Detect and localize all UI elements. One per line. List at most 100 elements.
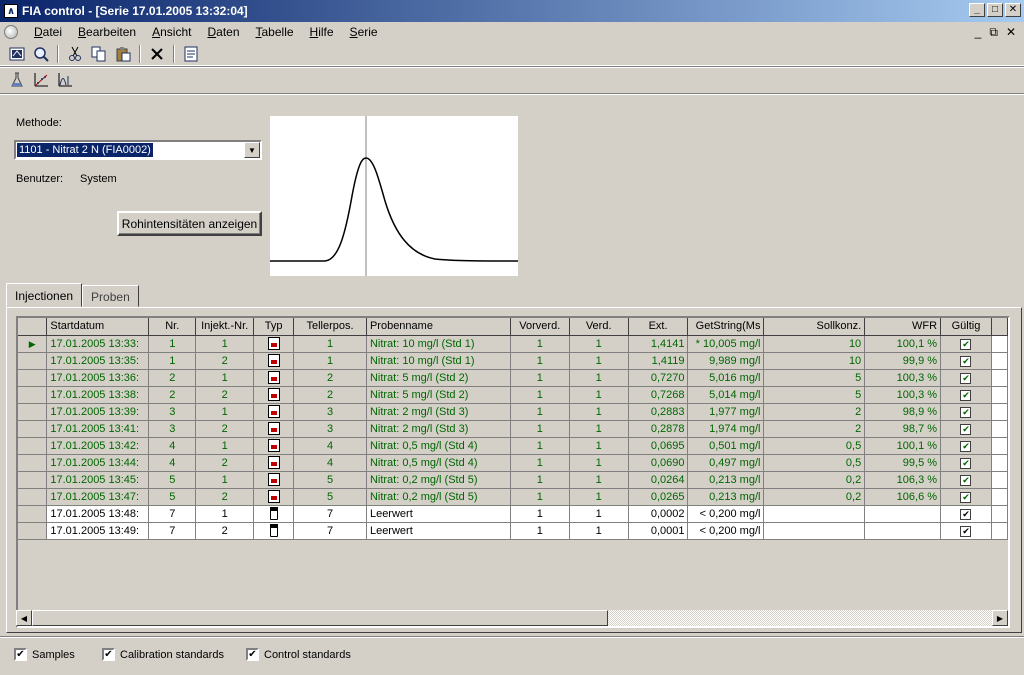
extinction-cell[interactable]: 0,7270 — [628, 369, 689, 387]
plate-position-cell[interactable]: 2 — [293, 369, 367, 387]
cut-icon[interactable] — [64, 44, 86, 64]
table-row[interactable]: 17.01.2005 13:35: 1 2 1 Nitrat: 10 mg/l (Std… — [18, 352, 1008, 370]
injection-number-cell[interactable]: 2 — [195, 488, 255, 506]
maximize-button[interactable]: □ — [987, 3, 1003, 17]
plate-position-cell[interactable]: 7 — [293, 522, 367, 540]
tab-proben[interactable]: Proben — [82, 285, 139, 307]
dilution-cell[interactable]: 1 — [569, 488, 629, 506]
injection-number-cell[interactable]: 2 — [195, 522, 255, 540]
sample-name-cell[interactable]: Nitrat: 5 mg/l (Std 2) — [366, 369, 511, 387]
target-concentration-cell[interactable]: 0,5 — [763, 437, 866, 455]
valid-cell[interactable]: ✔ — [940, 386, 992, 404]
dilution-cell[interactable]: 1 — [569, 505, 629, 523]
filter-control-standards[interactable]: ✔ Control standards — [246, 648, 351, 661]
injection-number-cell[interactable]: 2 — [195, 454, 255, 472]
recovery-cell[interactable]: 100,3 % — [864, 386, 942, 404]
show-raw-intensities-button[interactable]: Rohintensitäten anzeigen — [117, 211, 262, 236]
valid-cell[interactable]: ✔ — [940, 522, 992, 540]
type-cell[interactable] — [253, 403, 295, 421]
recovery-cell[interactable] — [864, 522, 942, 540]
recovery-cell[interactable]: 100,1 % — [864, 335, 942, 353]
row-indicator[interactable] — [18, 403, 48, 421]
plate-position-cell[interactable]: 4 — [293, 437, 367, 455]
column-header[interactable]: Tellerpos. — [293, 318, 367, 336]
column-header[interactable]: Nr. — [148, 318, 197, 336]
sample-name-cell[interactable]: Nitrat: 10 mg/l (Std 1) — [366, 335, 511, 353]
date-cell[interactable]: 17.01.2005 13:41: — [46, 420, 150, 438]
predilution-cell[interactable]: 1 — [510, 454, 570, 472]
injection-number-cell[interactable]: 1 — [195, 437, 255, 455]
result-cell[interactable]: < 0,200 mg/l — [687, 522, 765, 540]
row-indicator[interactable] — [18, 454, 48, 472]
valid-checkbox[interactable]: ✔ — [960, 457, 972, 469]
target-concentration-cell[interactable]: 2 — [763, 403, 866, 421]
date-cell[interactable]: 17.01.2005 13:48: — [46, 505, 150, 523]
sample-name-cell[interactable]: Nitrat: 10 mg/l (Std 1) — [366, 352, 511, 370]
dilution-cell[interactable]: 1 — [569, 386, 629, 404]
result-cell[interactable]: 1,974 mg/l — [687, 420, 765, 438]
nr-cell[interactable]: 1 — [148, 335, 197, 353]
valid-checkbox[interactable]: ✔ — [960, 406, 972, 418]
table-row[interactable]: 17.01.2005 13:47: 5 2 5 Nitrat: 0,2 mg/l (St… — [18, 488, 1008, 506]
date-cell[interactable]: 17.01.2005 13:39: — [46, 403, 150, 421]
horizontal-scrollbar[interactable]: ◀ ▶ — [16, 610, 1008, 626]
plate-position-cell[interactable]: 3 — [293, 420, 367, 438]
type-cell[interactable] — [253, 505, 295, 523]
sample-name-cell[interactable]: Leerwert — [366, 505, 511, 523]
valid-checkbox[interactable]: ✔ — [960, 423, 972, 435]
row-indicator[interactable] — [18, 505, 48, 523]
recovery-cell[interactable]: 106,3 % — [864, 471, 942, 489]
date-cell[interactable]: 17.01.2005 13:38: — [46, 386, 150, 404]
valid-cell[interactable]: ✔ — [940, 471, 992, 489]
target-concentration-cell[interactable]: 10 — [763, 335, 866, 353]
table-row[interactable]: 17.01.2005 13:38: 2 2 2 Nitrat: 5 mg/l (Std … — [18, 386, 1008, 404]
dilution-cell[interactable]: 1 — [569, 335, 629, 353]
nr-cell[interactable]: 4 — [148, 454, 197, 472]
scroll-left-icon[interactable]: ◀ — [16, 610, 32, 626]
target-concentration-cell[interactable]: 0,5 — [763, 454, 866, 472]
sample-name-cell[interactable]: Nitrat: 0,2 mg/l (Std 5) — [366, 488, 511, 506]
predilution-cell[interactable]: 1 — [510, 488, 570, 506]
extinction-cell[interactable]: 0,0690 — [628, 454, 689, 472]
date-cell[interactable]: 17.01.2005 13:35: — [46, 352, 150, 370]
valid-checkbox[interactable]: ✔ — [960, 508, 972, 520]
plate-position-cell[interactable]: 2 — [293, 386, 367, 404]
mdi-restore-button[interactable]: ⧉ — [989, 25, 998, 40]
valid-cell[interactable]: ✔ — [940, 420, 992, 438]
row-indicator[interactable] — [18, 522, 48, 540]
sample-name-cell[interactable]: Nitrat: 2 mg/l (Std 3) — [366, 420, 511, 438]
extinction-cell[interactable]: 0,0001 — [628, 522, 689, 540]
row-indicator[interactable] — [18, 488, 48, 506]
nr-cell[interactable]: 1 — [148, 352, 197, 370]
dilution-cell[interactable]: 1 — [569, 454, 629, 472]
row-indicator[interactable] — [18, 369, 48, 387]
date-cell[interactable]: 17.01.2005 13:42: — [46, 437, 150, 455]
table-row[interactable]: 17.01.2005 13:41: 3 2 3 Nitrat: 2 mg/l (Std … — [18, 420, 1008, 438]
target-concentration-cell[interactable] — [763, 522, 866, 540]
dilution-cell[interactable]: 1 — [569, 437, 629, 455]
valid-checkbox[interactable]: ✔ — [960, 338, 972, 350]
dilution-cell[interactable]: 1 — [569, 522, 629, 540]
extinction-cell[interactable]: 0,0002 — [628, 505, 689, 523]
sample-name-cell[interactable]: Nitrat: 0,5 mg/l (Std 4) — [366, 437, 511, 455]
type-cell[interactable] — [253, 386, 295, 404]
predilution-cell[interactable]: 1 — [510, 471, 570, 489]
mdi-minimize-button[interactable]: _ — [975, 25, 982, 40]
result-cell[interactable]: 9,989 mg/l — [687, 352, 765, 370]
recovery-cell[interactable]: 100,3 % — [864, 369, 942, 387]
date-cell[interactable]: 17.01.2005 13:45: — [46, 471, 150, 489]
column-header[interactable]: Gültig — [940, 318, 992, 336]
recovery-cell[interactable]: 98,9 % — [864, 403, 942, 421]
valid-checkbox[interactable]: ✔ — [960, 440, 972, 452]
result-cell[interactable]: < 0,200 mg/l — [687, 505, 765, 523]
column-header[interactable]: Typ — [253, 318, 295, 336]
injection-number-cell[interactable]: 1 — [195, 335, 255, 353]
row-indicator[interactable] — [18, 471, 48, 489]
calibration-chart-icon[interactable] — [30, 70, 52, 90]
predilution-cell[interactable]: 1 — [510, 386, 570, 404]
sample-name-cell[interactable]: Nitrat: 0,5 mg/l (Std 4) — [366, 454, 511, 472]
nr-cell[interactable]: 4 — [148, 437, 197, 455]
plate-position-cell[interactable]: 5 — [293, 488, 367, 506]
dilution-cell[interactable]: 1 — [569, 420, 629, 438]
plate-position-cell[interactable]: 1 — [293, 352, 367, 370]
